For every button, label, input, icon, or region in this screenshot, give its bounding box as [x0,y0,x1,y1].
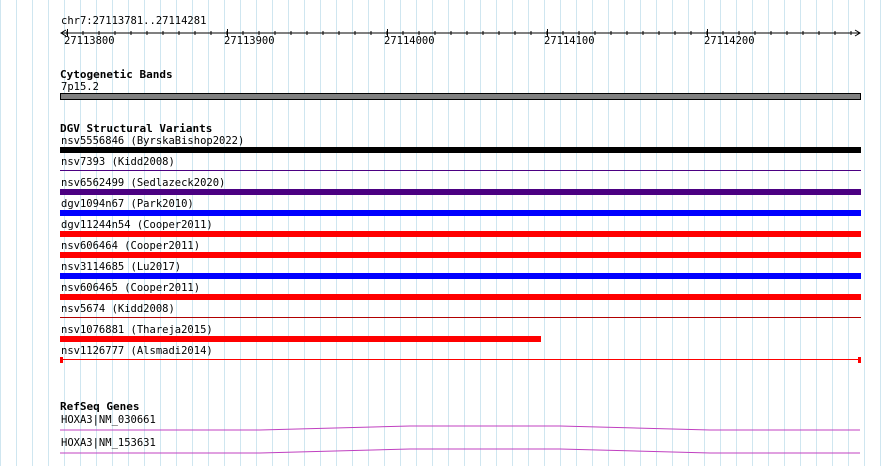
genome-browser-view: chr7:27113781..27114281 27113800 27113900… [0,0,890,466]
refseq-gene-model[interactable] [0,0,890,466]
